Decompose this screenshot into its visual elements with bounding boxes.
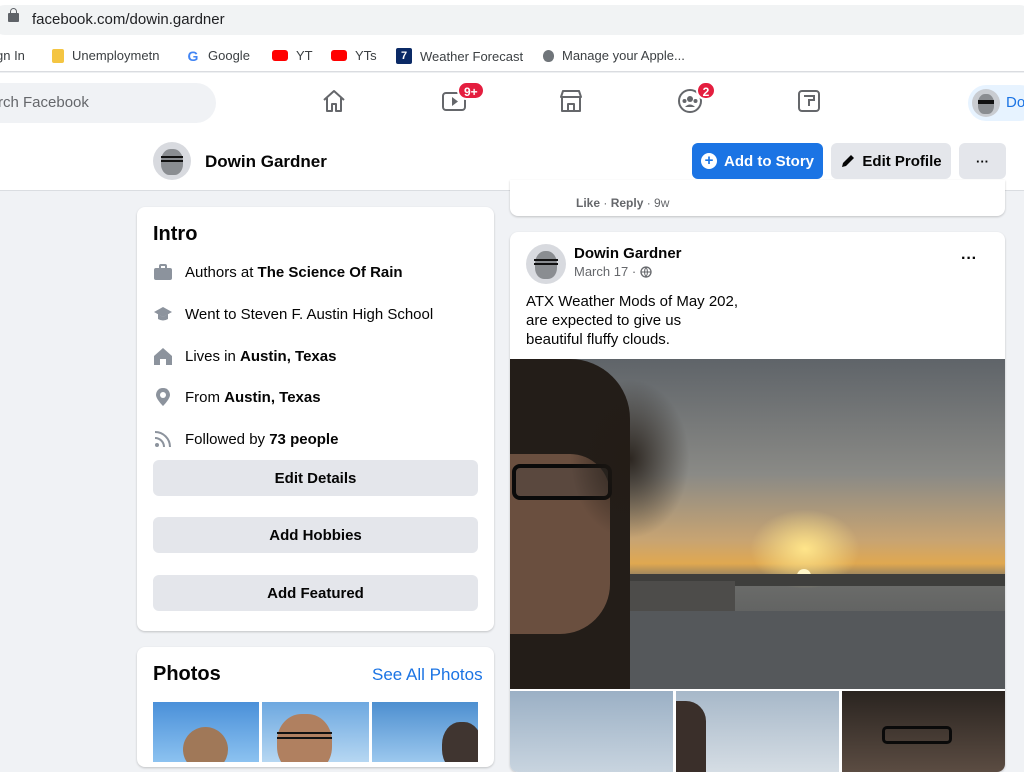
profile-more-button[interactable]: ··· — [959, 143, 1006, 179]
location-pin-icon — [156, 388, 170, 406]
post-meta: March 17 · — [574, 264, 652, 279]
profile-name[interactable]: Dowin Gardner — [205, 152, 327, 172]
profile-shortcut-label: Do — [1006, 94, 1024, 111]
intro-work-link[interactable]: The Science Of Rain — [258, 264, 403, 281]
add-featured-button[interactable]: Add Featured — [153, 575, 478, 611]
intro-followers: Followed by 73 people — [153, 429, 338, 449]
post-image-thumbnail[interactable] — [510, 691, 673, 772]
add-hobbies-button[interactable]: Add Hobbies — [153, 517, 478, 553]
see-all-photos-link[interactable]: See All Photos — [372, 665, 483, 685]
add-to-story-label: Add to Story — [724, 152, 814, 170]
post-image[interactable] — [510, 359, 1005, 689]
plus-circle-icon: + — [701, 153, 717, 169]
comment-time: 9w — [654, 196, 670, 210]
post-text-line: beautiful fluffy clouds. — [526, 331, 670, 348]
bookmark-label: YT — [296, 48, 313, 63]
bookmark-label: Google — [208, 48, 250, 63]
house-icon — [154, 348, 172, 365]
bookmark-unemploymetn[interactable]: Unemploymetn — [52, 48, 159, 63]
post-author[interactable]: Dowin Gardner — [574, 245, 682, 262]
intro-from: From Austin, Texas — [153, 387, 321, 407]
previous-post-card: Like · Reply · 9w — [510, 180, 1005, 216]
post-text-line: are expected to give us — [526, 312, 682, 329]
intro-education-text: Went to Steven F. Austin High School — [185, 305, 434, 323]
intro-card: Intro Authors at The Science Of Rain Wen… — [137, 207, 494, 631]
bookmark-label: Weather Forecast — [420, 48, 524, 64]
watch-badge: 9+ — [457, 81, 485, 100]
intro-work: Authors at The Science Of Rain — [153, 262, 403, 282]
graduation-cap-icon — [154, 307, 172, 321]
intro-followers-link[interactable]: 73 people — [269, 431, 338, 448]
photo-thumbnail[interactable] — [153, 702, 259, 762]
bookmark-label: Unemploymetn — [72, 48, 160, 63]
edit-details-button[interactable]: Edit Details — [153, 460, 478, 496]
post-image-thumbnail[interactable] — [842, 691, 1005, 772]
bookmark-yts[interactable]: YTs — [331, 48, 377, 63]
bookmark-google[interactable]: G Google — [186, 48, 250, 63]
intro-lives-prefix: Lives in — [185, 347, 236, 365]
fox7-icon: 7 — [396, 48, 412, 64]
bookmarks-bar: gn In Unemploymetn G Google YT YTs 7 Weath… — [0, 40, 1024, 72]
bookmark-label: Manage your Apple... — [562, 48, 685, 63]
globe-icon — [640, 265, 652, 278]
photos-card: Photos See All Photos — [137, 647, 494, 767]
avatar[interactable] — [153, 142, 191, 180]
avatar[interactable] — [526, 244, 566, 284]
apple-icon — [543, 49, 554, 62]
intro-lives: Lives in Austin, Texas — [153, 346, 336, 366]
intro-from-prefix: From — [185, 388, 220, 406]
intro-lives-link[interactable]: Austin, Texas — [240, 348, 336, 365]
url-text[interactable]: facebook.com/dowin.gardner — [32, 11, 225, 28]
intro-work-prefix: Authors at — [185, 263, 254, 281]
search-input[interactable]: rch Facebook — [0, 83, 216, 123]
edit-profile-button[interactable]: Edit Profile — [831, 143, 951, 179]
folder-icon — [52, 48, 64, 63]
facebook-top-nav: rch Facebook 9+ 2 Do — [0, 73, 1024, 131]
bookmark-sign-in[interactable]: gn In — [0, 48, 25, 63]
post-text: ATX Weather Mods of May 202, are expecte… — [526, 292, 738, 349]
intro-education: Went to Steven F. Austin High School — [153, 304, 433, 324]
briefcase-icon — [154, 264, 172, 280]
groups-badge: 2 — [696, 81, 716, 100]
bookmark-label: gn In — [0, 48, 25, 63]
google-icon: G — [187, 47, 199, 64]
post-card: Dowin Gardner March 17 · ··· ATX Weather… — [510, 232, 1005, 772]
intro-title: Intro — [153, 223, 198, 245]
browser-address-bar: facebook.com/dowin.gardner — [0, 0, 1024, 40]
edit-profile-label: Edit Profile — [862, 152, 942, 170]
pencil-icon — [842, 155, 855, 167]
profile-shortcut[interactable]: Do — [968, 85, 1024, 121]
marketplace-icon[interactable] — [557, 87, 585, 115]
home-icon[interactable] — [320, 87, 348, 115]
lock-icon — [8, 8, 19, 22]
bookmark-weather-forecast[interactable]: 7 Weather Forecast — [396, 48, 523, 64]
post-date[interactable]: March 17 — [574, 264, 628, 279]
rss-icon — [154, 431, 171, 448]
like-link[interactable]: Like — [576, 196, 600, 210]
gaming-icon[interactable] — [795, 87, 823, 115]
youtube-icon — [331, 50, 347, 61]
post-image-thumbnail[interactable] — [676, 691, 839, 772]
bookmark-yt[interactable]: YT — [272, 48, 313, 63]
post-text-line: ATX Weather Mods of May 202, — [526, 293, 739, 310]
reply-link[interactable]: Reply — [611, 196, 644, 210]
photo-thumbnail[interactable] — [372, 702, 478, 762]
bookmark-label: YTs — [355, 48, 377, 63]
bookmark-apple[interactable]: Manage your Apple... — [543, 48, 685, 63]
photos-title: Photos — [153, 663, 221, 685]
add-to-story-button[interactable]: + Add to Story — [692, 143, 823, 179]
avatar — [972, 89, 1000, 117]
youtube-icon — [272, 50, 288, 61]
comment-actions: Like · Reply · 9w — [576, 196, 670, 210]
photo-thumbnail[interactable] — [262, 702, 369, 762]
post-more-button[interactable]: ··· — [961, 250, 977, 268]
intro-from-link[interactable]: Austin, Texas — [224, 389, 320, 406]
intro-followed-prefix: Followed by — [185, 430, 266, 448]
